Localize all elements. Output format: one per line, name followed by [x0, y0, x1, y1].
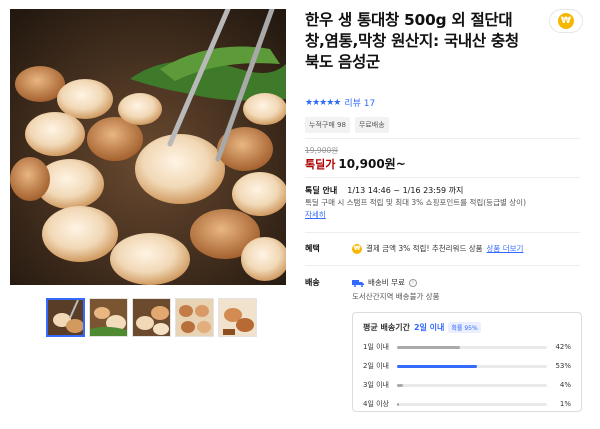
- deal-period: 1/13 14:46 ~ 1/16 23:59 까지: [347, 186, 464, 195]
- thumbnail-3[interactable]: [132, 298, 171, 337]
- star-icon: ★★★★★: [305, 97, 341, 108]
- divider: [305, 177, 580, 178]
- deal-detail-link[interactable]: 자세히: [305, 210, 326, 219]
- deal-description: 톡딜 구매 시 스탬프 적립 및 최대 3% 쇼핑포인트를 적립(등급별 상이)…: [305, 197, 590, 221]
- thumbnail-2[interactable]: [89, 298, 128, 337]
- avg-delivery-value: 2일 이내: [413, 323, 445, 332]
- deal-label: 톡딜 안내: [305, 186, 338, 195]
- delivery-row-fill: [397, 383, 403, 387]
- avg-delivery-title: 평균 배송기간: [363, 323, 410, 332]
- avg-delivery-panel: 평균 배송기간 2일 이내 확률 95% 1일 이내 42% 2일 이내 53% 3일 …: [352, 312, 582, 412]
- delivery-row-percent: 4%: [559, 381, 571, 389]
- benefit-row: ₩ 결제 금액 3% 적립! 추천리워드 상품 상품 더보기: [352, 243, 523, 254]
- delivery-row-percent: 1%: [559, 400, 571, 408]
- avg-delivery-header: 평균 배송기간 2일 이내 확률 95%: [363, 322, 571, 333]
- delivery-row-fill: [397, 364, 477, 368]
- shipping-label: 배송: [305, 278, 320, 287]
- info-icon[interactable]: i: [408, 278, 417, 287]
- delivery-row-label: 3일 이내: [363, 381, 389, 389]
- delivery-row-percent: 53%: [555, 362, 571, 370]
- thumbnail-strip: [46, 298, 257, 337]
- delivery-row-bar: [397, 402, 547, 406]
- avg-delivery-rows: 1일 이내 42% 2일 이내 53% 3일 이내 4% 4일 이상 1%: [363, 342, 571, 409]
- sale-label: 톡딜가: [305, 158, 336, 171]
- thumbnail-4[interactable]: [175, 298, 214, 337]
- delivery-row-label: 4일 이상: [363, 400, 389, 408]
- tag-free-shipping: 무료배송: [354, 117, 389, 133]
- truck-icon: [352, 279, 364, 287]
- coin-icon: ₩: [352, 243, 362, 254]
- avg-delivery-badge: 확률 95%: [448, 322, 481, 333]
- brand-badge-button[interactable]: ₩: [549, 9, 583, 33]
- delivery-row: 1일 이내 42%: [363, 342, 571, 352]
- review-link[interactable]: 리뷰 17: [344, 96, 375, 109]
- divider: [305, 265, 580, 266]
- shipping-note: 도서산간지역 배송불가 상품: [352, 292, 440, 301]
- benefit-text: 결제 금액 3% 적립! 추천리워드 상품: [366, 244, 483, 253]
- delivery-row-percent: 42%: [555, 343, 571, 351]
- delivery-row-bar: [397, 383, 547, 387]
- delivery-row-label: 2일 이내: [363, 362, 389, 370]
- shipping-fee-row: 배송비 무료 i: [352, 277, 417, 288]
- rating-row: ★★★★★ 리뷰 17: [305, 96, 375, 110]
- delivery-row: 4일 이상 1%: [363, 399, 571, 409]
- delivery-row-fill: [397, 402, 399, 406]
- delivery-row-fill: [397, 345, 460, 349]
- tag-purchase-count: 누적구매 98: [305, 117, 350, 133]
- sale-price: 10,900원~: [338, 157, 406, 171]
- thumbnail-1[interactable]: [46, 298, 85, 337]
- delivery-row-label: 1일 이내: [363, 343, 389, 351]
- delivery-row: 2일 이내 53%: [363, 361, 571, 371]
- benefit-more-link[interactable]: 상품 더보기: [487, 243, 524, 254]
- divider: [305, 232, 580, 233]
- divider: [305, 138, 580, 139]
- product-tags: 누적구매 98 무료배송: [305, 117, 389, 133]
- main-product-photo: [10, 9, 286, 285]
- deal-info-row: 톡딜 안내 1/13 14:46 ~ 1/16 23:59 까지: [305, 185, 463, 196]
- delivery-row-bar: [397, 345, 547, 349]
- delivery-row: 3일 이내 4%: [363, 380, 571, 390]
- product-title: 한우 생 통대창 500g 외 절단대창,염통,막창 원산지: 국내산 충청북도…: [305, 11, 519, 71]
- thumbnail-5[interactable]: [218, 298, 257, 337]
- deal-description-text: 톡딜 구매 시 스탬프 적립 및 최대 3% 쇼핑포인트를 적립(등급별 상이): [305, 198, 526, 207]
- benefit-label: 혜택: [305, 244, 320, 253]
- shipping-fee: 배송비 무료: [368, 278, 405, 287]
- coin-icon: ₩: [558, 13, 574, 29]
- sale-price-row: 톡딜가 10,900원~: [305, 155, 406, 172]
- delivery-row-bar: [397, 364, 547, 368]
